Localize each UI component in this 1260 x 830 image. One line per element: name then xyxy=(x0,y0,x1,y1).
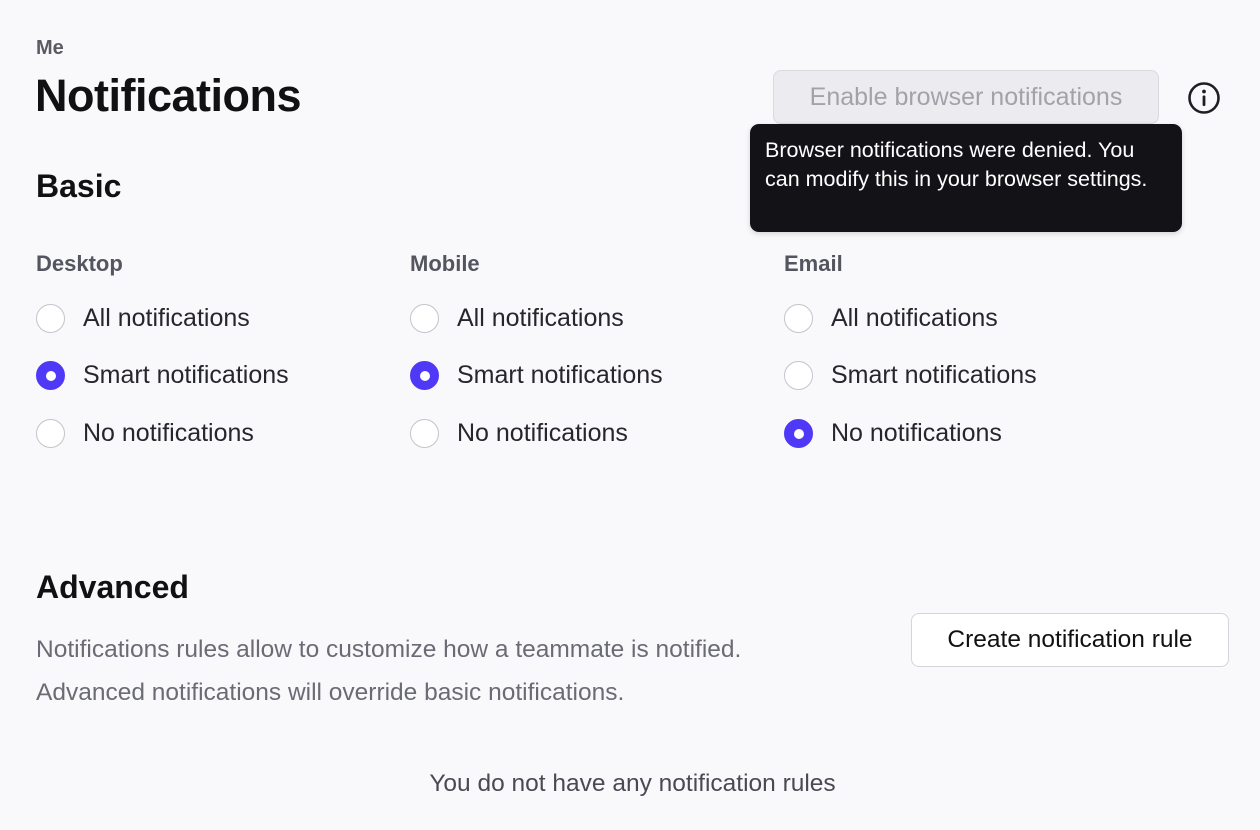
advanced-description: Notifications rules allow to customize h… xyxy=(36,628,856,714)
mobile-column: Mobile All notifications Smart notificat… xyxy=(410,251,770,448)
radio-label: All notifications xyxy=(83,304,250,332)
radio-label: No notifications xyxy=(831,419,1002,447)
desktop-option-smart[interactable]: Smart notifications xyxy=(36,361,289,390)
advanced-section-title: Advanced xyxy=(36,569,189,605)
empty-state-message: You do not have any notification rules xyxy=(429,770,836,797)
radio-unchecked[interactable] xyxy=(36,419,65,448)
info-icon[interactable] xyxy=(1187,81,1221,115)
radio-unchecked[interactable] xyxy=(410,304,439,333)
radio-unchecked[interactable] xyxy=(784,361,813,390)
radio-label: Smart notifications xyxy=(831,361,1037,389)
radio-checked[interactable] xyxy=(784,419,813,448)
breadcrumb[interactable]: Me xyxy=(36,37,64,60)
radio-label: No notifications xyxy=(457,419,628,447)
radio-checked[interactable] xyxy=(410,361,439,390)
column-heading: Mobile xyxy=(410,251,480,276)
radio-unchecked[interactable] xyxy=(36,304,65,333)
advanced-description-line: Advanced notifications will override bas… xyxy=(36,679,625,706)
radio-unchecked[interactable] xyxy=(784,304,813,333)
column-heading: Desktop xyxy=(36,251,123,276)
enable-browser-notifications-button[interactable]: Enable browser notifications xyxy=(773,70,1159,124)
radio-label: Smart notifications xyxy=(83,361,289,389)
email-column: Email All notifications Smart notificati… xyxy=(784,251,1144,448)
radio-label: All notifications xyxy=(831,304,998,332)
email-option-all[interactable]: All notifications xyxy=(784,304,998,333)
email-option-smart[interactable]: Smart notifications xyxy=(784,361,1037,390)
radio-label: No notifications xyxy=(83,419,254,447)
mobile-option-none[interactable]: No notifications xyxy=(410,419,628,448)
basic-section-title: Basic xyxy=(36,168,122,204)
browser-notifications-tooltip: Browser notifications were denied. You c… xyxy=(750,124,1182,232)
desktop-option-all[interactable]: All notifications xyxy=(36,304,250,333)
radio-label: All notifications xyxy=(457,304,624,332)
advanced-description-line: Notifications rules allow to customize h… xyxy=(36,636,742,663)
email-option-none[interactable]: No notifications xyxy=(784,419,1002,448)
radio-checked[interactable] xyxy=(36,361,65,390)
desktop-column: Desktop All notifications Smart notifica… xyxy=(36,251,396,448)
desktop-option-none[interactable]: No notifications xyxy=(36,419,254,448)
mobile-option-all[interactable]: All notifications xyxy=(410,304,624,333)
radio-unchecked[interactable] xyxy=(410,419,439,448)
page-title: Notifications xyxy=(35,70,302,121)
notifications-page: Me Notifications Enable browser notifica… xyxy=(0,0,1260,830)
mobile-option-smart[interactable]: Smart notifications xyxy=(410,361,663,390)
radio-label: Smart notifications xyxy=(457,361,663,389)
column-heading: Email xyxy=(784,251,843,276)
create-notification-rule-button[interactable]: Create notification rule xyxy=(911,613,1229,667)
